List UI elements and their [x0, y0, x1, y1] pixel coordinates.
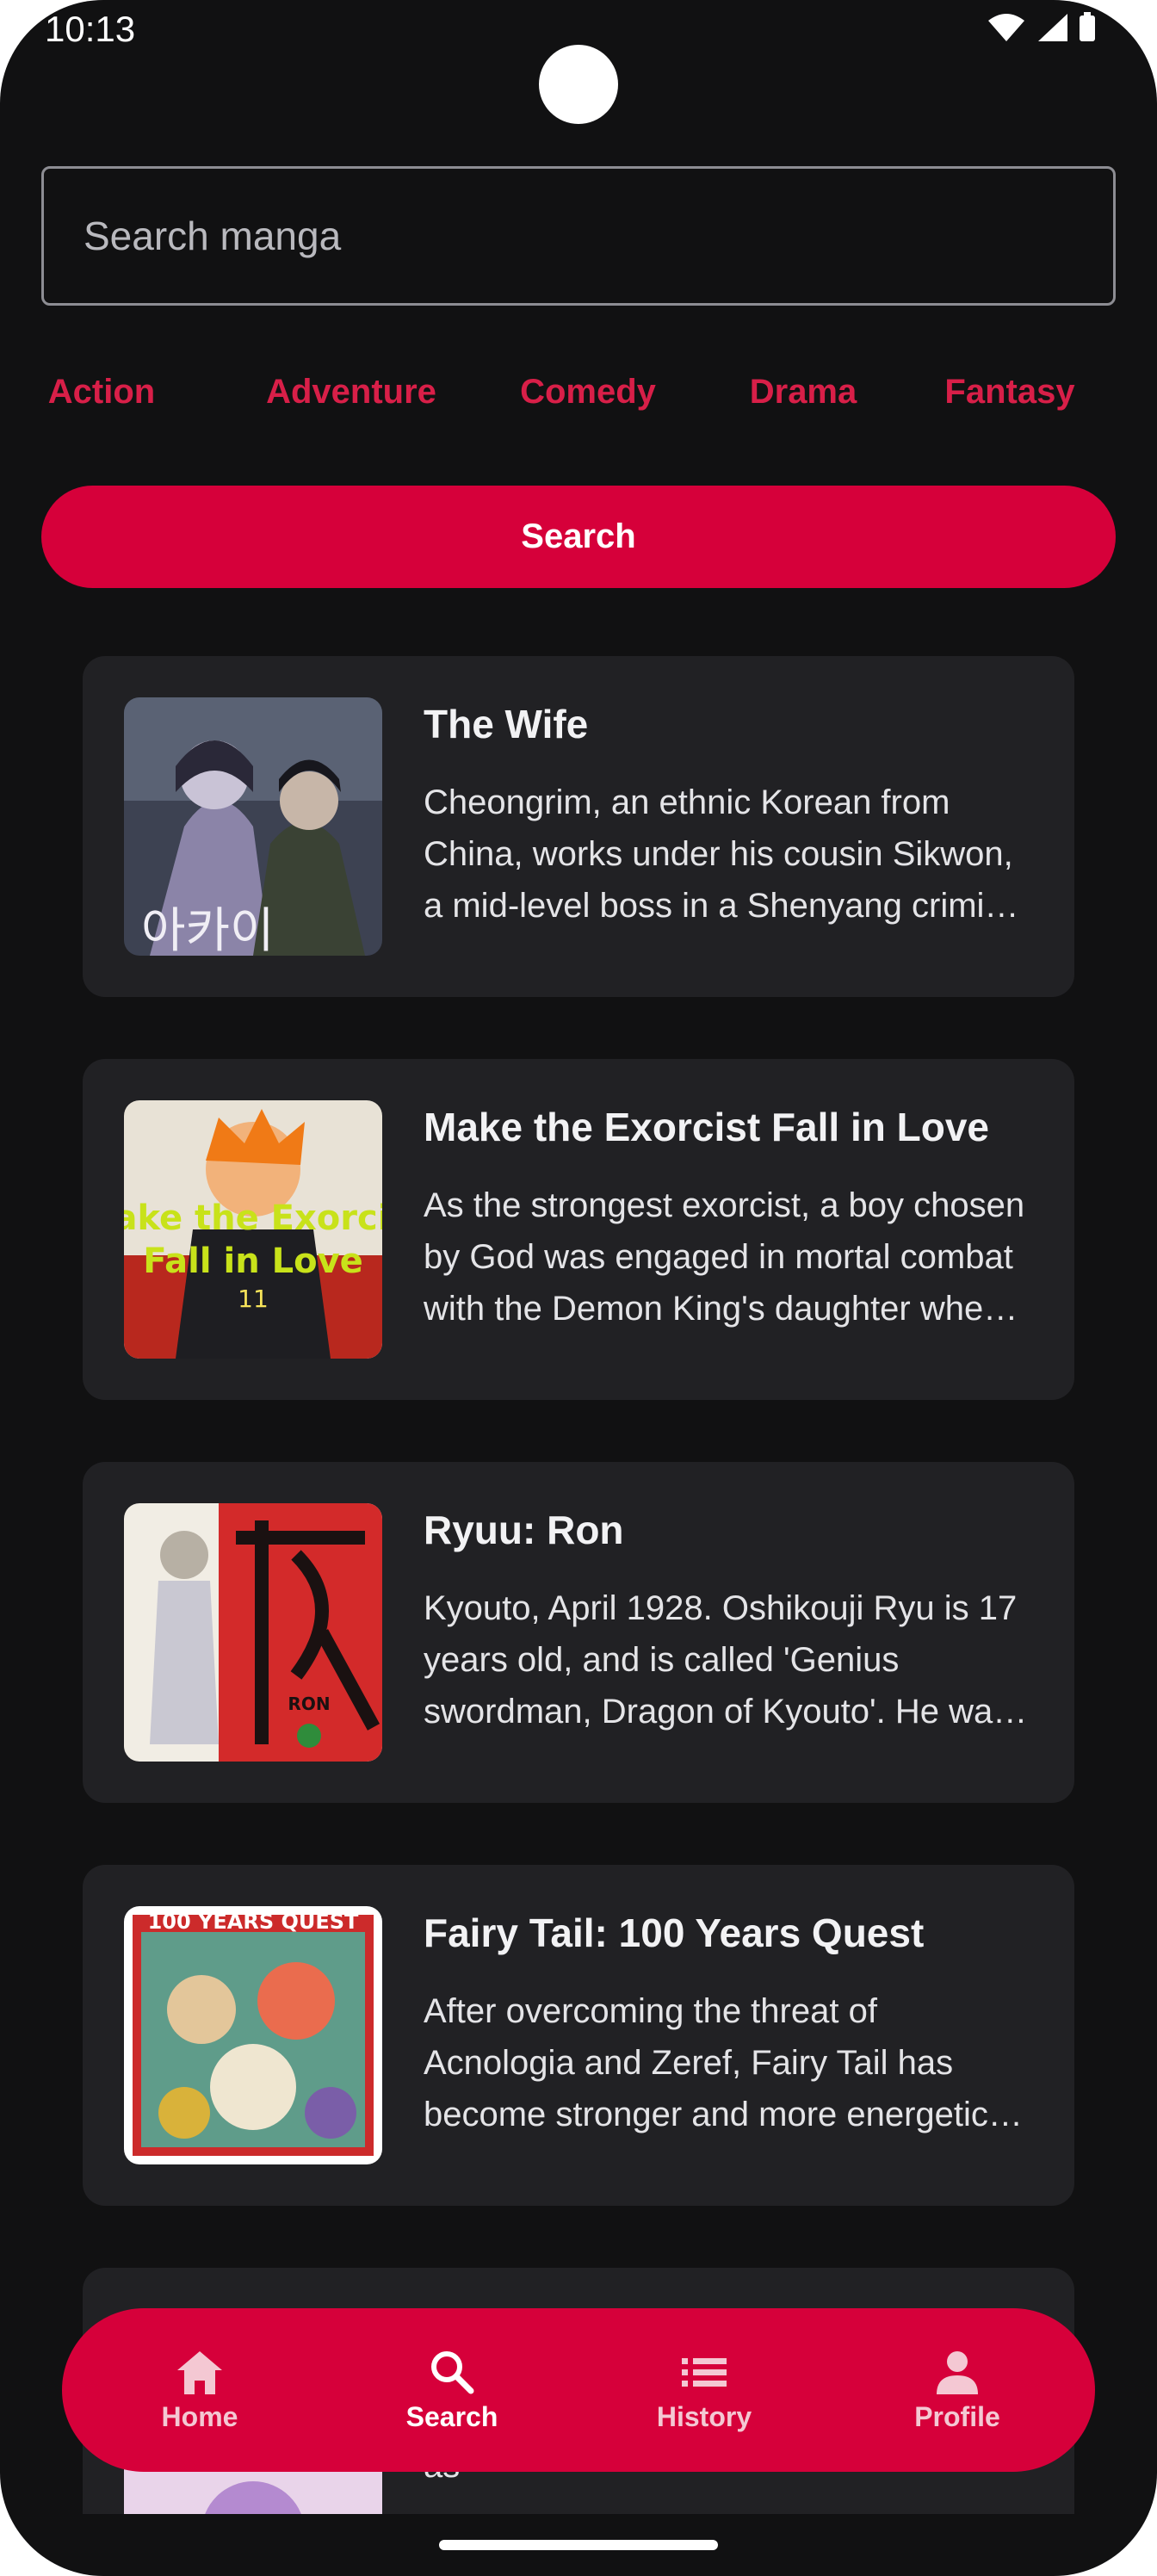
camera-cutout: [539, 45, 618, 124]
svg-text:Make the Exorcist: Make the Exorcist: [124, 1198, 382, 1238]
genre-drama[interactable]: Drama: [730, 353, 876, 430]
battery-icon: [1080, 12, 1095, 41]
cover-image: 100 YEARS QUEST: [124, 1906, 382, 2164]
search-input[interactable]: [44, 169, 1113, 303]
result-title: Ryuu: Ron: [424, 1508, 624, 1552]
profile-icon: [937, 2350, 978, 2394]
nav-profile-label: Profile: [914, 2400, 1000, 2432]
nav-search-label: Search: [405, 2400, 498, 2432]
nav-profile[interactable]: Profile: [863, 2308, 1052, 2472]
cover-image: Make the Exorcist Fall in Love 11: [124, 1100, 382, 1359]
result-description: Kyouto, April 1928. Oshikouji Ryu is 17 …: [424, 1589, 1018, 1731]
result-card[interactable]: Make the Exorcist Fall in Love 11 Make t…: [83, 1059, 1074, 1400]
home-icon: [177, 2350, 222, 2394]
svg-text:Fall in Love: Fall in Love: [143, 1242, 363, 1281]
result-card[interactable]: 아카이 The Wife Cheongrim, an ethnic Korean…: [83, 656, 1074, 997]
svg-text:RON: RON: [288, 1694, 330, 1714]
home-indicator[interactable]: [439, 2540, 718, 2550]
history-list-icon: [682, 2357, 727, 2387]
cover-image: 아카이: [124, 697, 382, 956]
status-time: 10:13: [45, 9, 136, 49]
svg-text:아카이: 아카이: [141, 903, 275, 956]
result-card[interactable]: RON Ryuu: Ron Kyouto, April 1928. Oshiko…: [83, 1462, 1074, 1803]
genre-comedy[interactable]: Comedy: [506, 353, 670, 430]
bottom-navigation: Home Search History Profile: [62, 2308, 1095, 2472]
wifi-icon: [988, 14, 1024, 41]
result-description: After overcoming the threat of Acnologia…: [424, 1992, 988, 2133]
nav-home-label: Home: [161, 2400, 238, 2432]
cellular-signal-icon: [1038, 14, 1067, 41]
nav-home[interactable]: Home: [105, 2308, 294, 2472]
nav-history[interactable]: History: [609, 2308, 799, 2472]
result-card[interactable]: 100 YEARS QUEST Fairy Tail: 100 Years Qu…: [83, 1865, 1074, 2206]
svg-text:100 YEARS QUEST: 100 YEARS QUEST: [148, 1910, 359, 1934]
search-field[interactable]: [41, 166, 1116, 306]
nav-search[interactable]: Search: [357, 2308, 547, 2472]
results-list[interactable]: 아카이 The Wife Cheongrim, an ethnic Korean…: [0, 603, 1157, 2514]
status-bar: 10:13: [0, 0, 1157, 124]
result-description: Cheongrim, an ethnic Korean from China, …: [424, 783, 1030, 925]
result-title: Make the Exorcist Fall in Love: [424, 1105, 989, 1149]
genre-chips: Action Adventure Comedy Drama Fantasy: [41, 353, 1116, 430]
svg-text:11: 11: [238, 1285, 269, 1313]
search-icon: [431, 2350, 474, 2393]
genre-action[interactable]: Action: [41, 353, 162, 430]
result-title: Fairy Tail: 100 Years Quest: [424, 1910, 925, 1955]
cover-image: RON: [124, 1503, 382, 1762]
search-button[interactable]: Search: [41, 486, 1116, 588]
genre-fantasy[interactable]: Fantasy: [928, 353, 1092, 430]
result-title: The Wife: [424, 702, 589, 746]
app-screen: 10:13 Action Adventure Comedy Drama Fant…: [0, 0, 1157, 2576]
nav-history-label: History: [656, 2400, 752, 2432]
result-description: As the strongest exorcist, a boy chosen …: [424, 1186, 1025, 1328]
genre-adventure[interactable]: Adventure: [265, 353, 437, 430]
system-icons: [987, 12, 1097, 43]
